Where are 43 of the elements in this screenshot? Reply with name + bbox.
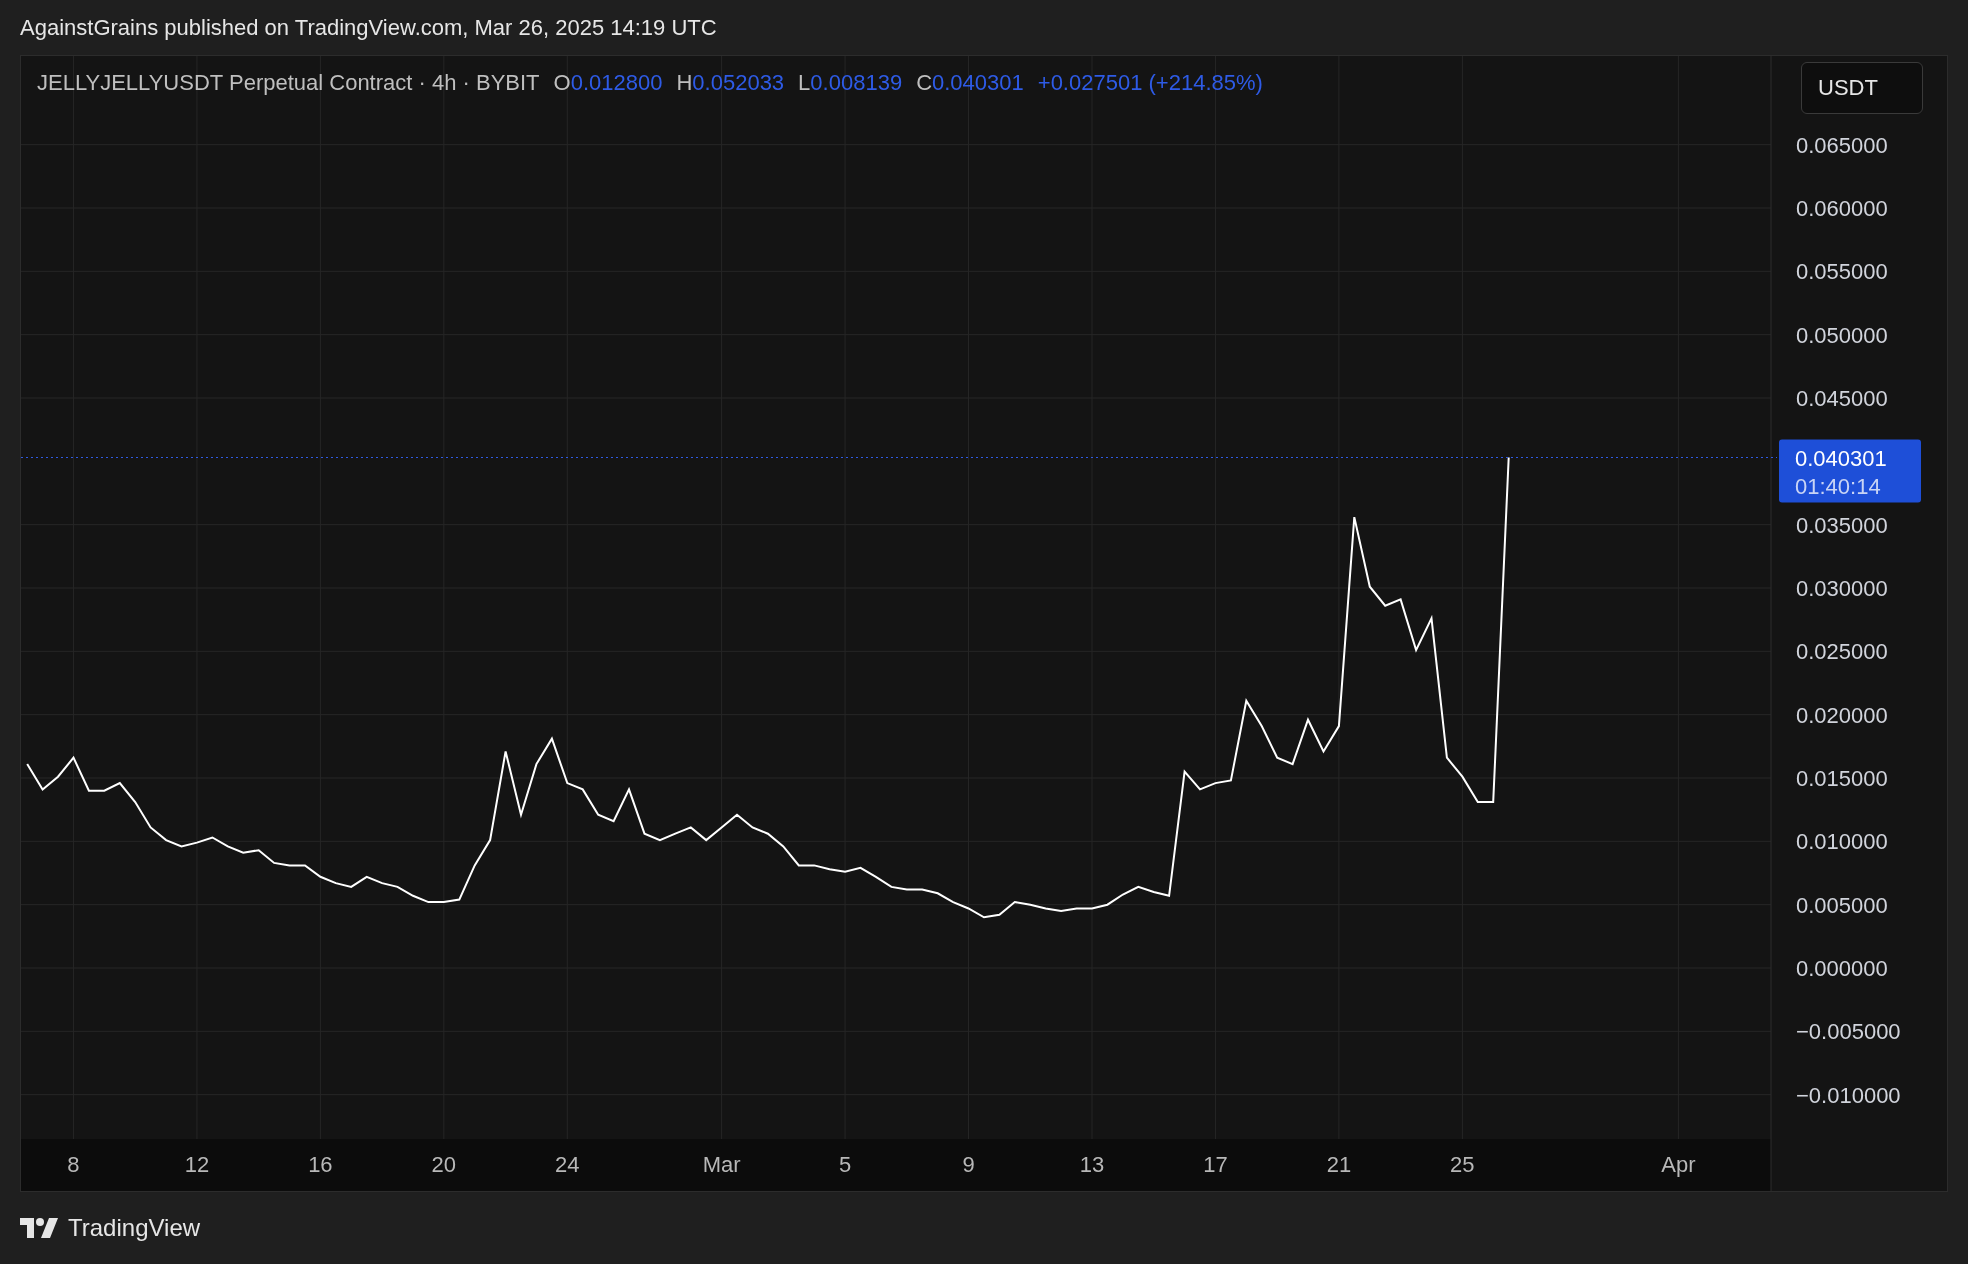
ohlc-label: C bbox=[916, 70, 932, 96]
time-axis-label: 5 bbox=[838, 1152, 852, 1177]
ohlc-value: 0.012800 bbox=[570, 70, 663, 96]
price-axis-label: 0.035000 bbox=[1796, 512, 1888, 538]
time-axis-label: 24 bbox=[555, 1152, 580, 1177]
time-axis-label: 21 bbox=[1326, 1152, 1352, 1177]
price-tag: 0.040301 01:40:14 bbox=[1779, 439, 1921, 503]
price-change: +0.027501 (+214.85%) bbox=[1037, 70, 1263, 96]
price-axis-label: −0.010000 bbox=[1796, 1082, 1901, 1108]
price-axis-label: 0.050000 bbox=[1796, 322, 1888, 348]
time-axis-label: 13 bbox=[1079, 1152, 1105, 1177]
currency-button[interactable]: USDT bbox=[1801, 62, 1923, 114]
ohlc-label: L bbox=[798, 70, 811, 96]
time-axis-label: 16 bbox=[308, 1152, 333, 1177]
price-axis-label: 0.065000 bbox=[1796, 132, 1888, 158]
logo-icon bbox=[20, 1218, 58, 1238]
ohlc-value: 0.040301 bbox=[932, 70, 1024, 96]
time-axis-label: Mar bbox=[702, 1152, 741, 1177]
ohlc-value: 0.008139 bbox=[810, 70, 903, 96]
symbol-title: JELLYJELLYUSDT Perpetual Contract · 4h · BYBIT bbox=[37, 70, 540, 96]
time-axis-label: 9 bbox=[962, 1152, 975, 1177]
price-axis-label: 0.010000 bbox=[1796, 829, 1888, 855]
time-axis-label: 25 bbox=[1450, 1152, 1475, 1177]
time-axis-label: 8 bbox=[67, 1152, 80, 1177]
ohlc-value: 0.052033 bbox=[692, 70, 785, 96]
price-axis-label: −0.005000 bbox=[1796, 1019, 1901, 1045]
price-axis-label: 0.030000 bbox=[1796, 576, 1888, 601]
publish-caption: AgainstGrains published on TradingView.com, Mar 26, 2025 14:19 UTC bbox=[20, 13, 718, 42]
ohlc-label: O bbox=[553, 70, 571, 96]
price-axis-label: 0.045000 bbox=[1796, 386, 1888, 411]
price-axis-label: 0.055000 bbox=[1796, 259, 1888, 285]
price-axis-label: 0.000000 bbox=[1796, 956, 1888, 981]
time-axis-label: Apr bbox=[1661, 1152, 1696, 1177]
time-axis-label: 17 bbox=[1203, 1152, 1228, 1177]
price-axis-label: 0.060000 bbox=[1796, 196, 1888, 221]
price-axis-label: 0.015000 bbox=[1796, 766, 1888, 791]
ohlc-label: H bbox=[676, 70, 693, 96]
price-axis-label: 0.005000 bbox=[1796, 892, 1888, 918]
price-axis-label: 0.020000 bbox=[1796, 702, 1888, 728]
brand-name: TradingView bbox=[68, 1214, 201, 1242]
time-axis-label: 20 bbox=[431, 1152, 457, 1177]
time-axis-label: 12 bbox=[184, 1152, 210, 1177]
price-axis-label: 0.025000 bbox=[1796, 639, 1888, 665]
